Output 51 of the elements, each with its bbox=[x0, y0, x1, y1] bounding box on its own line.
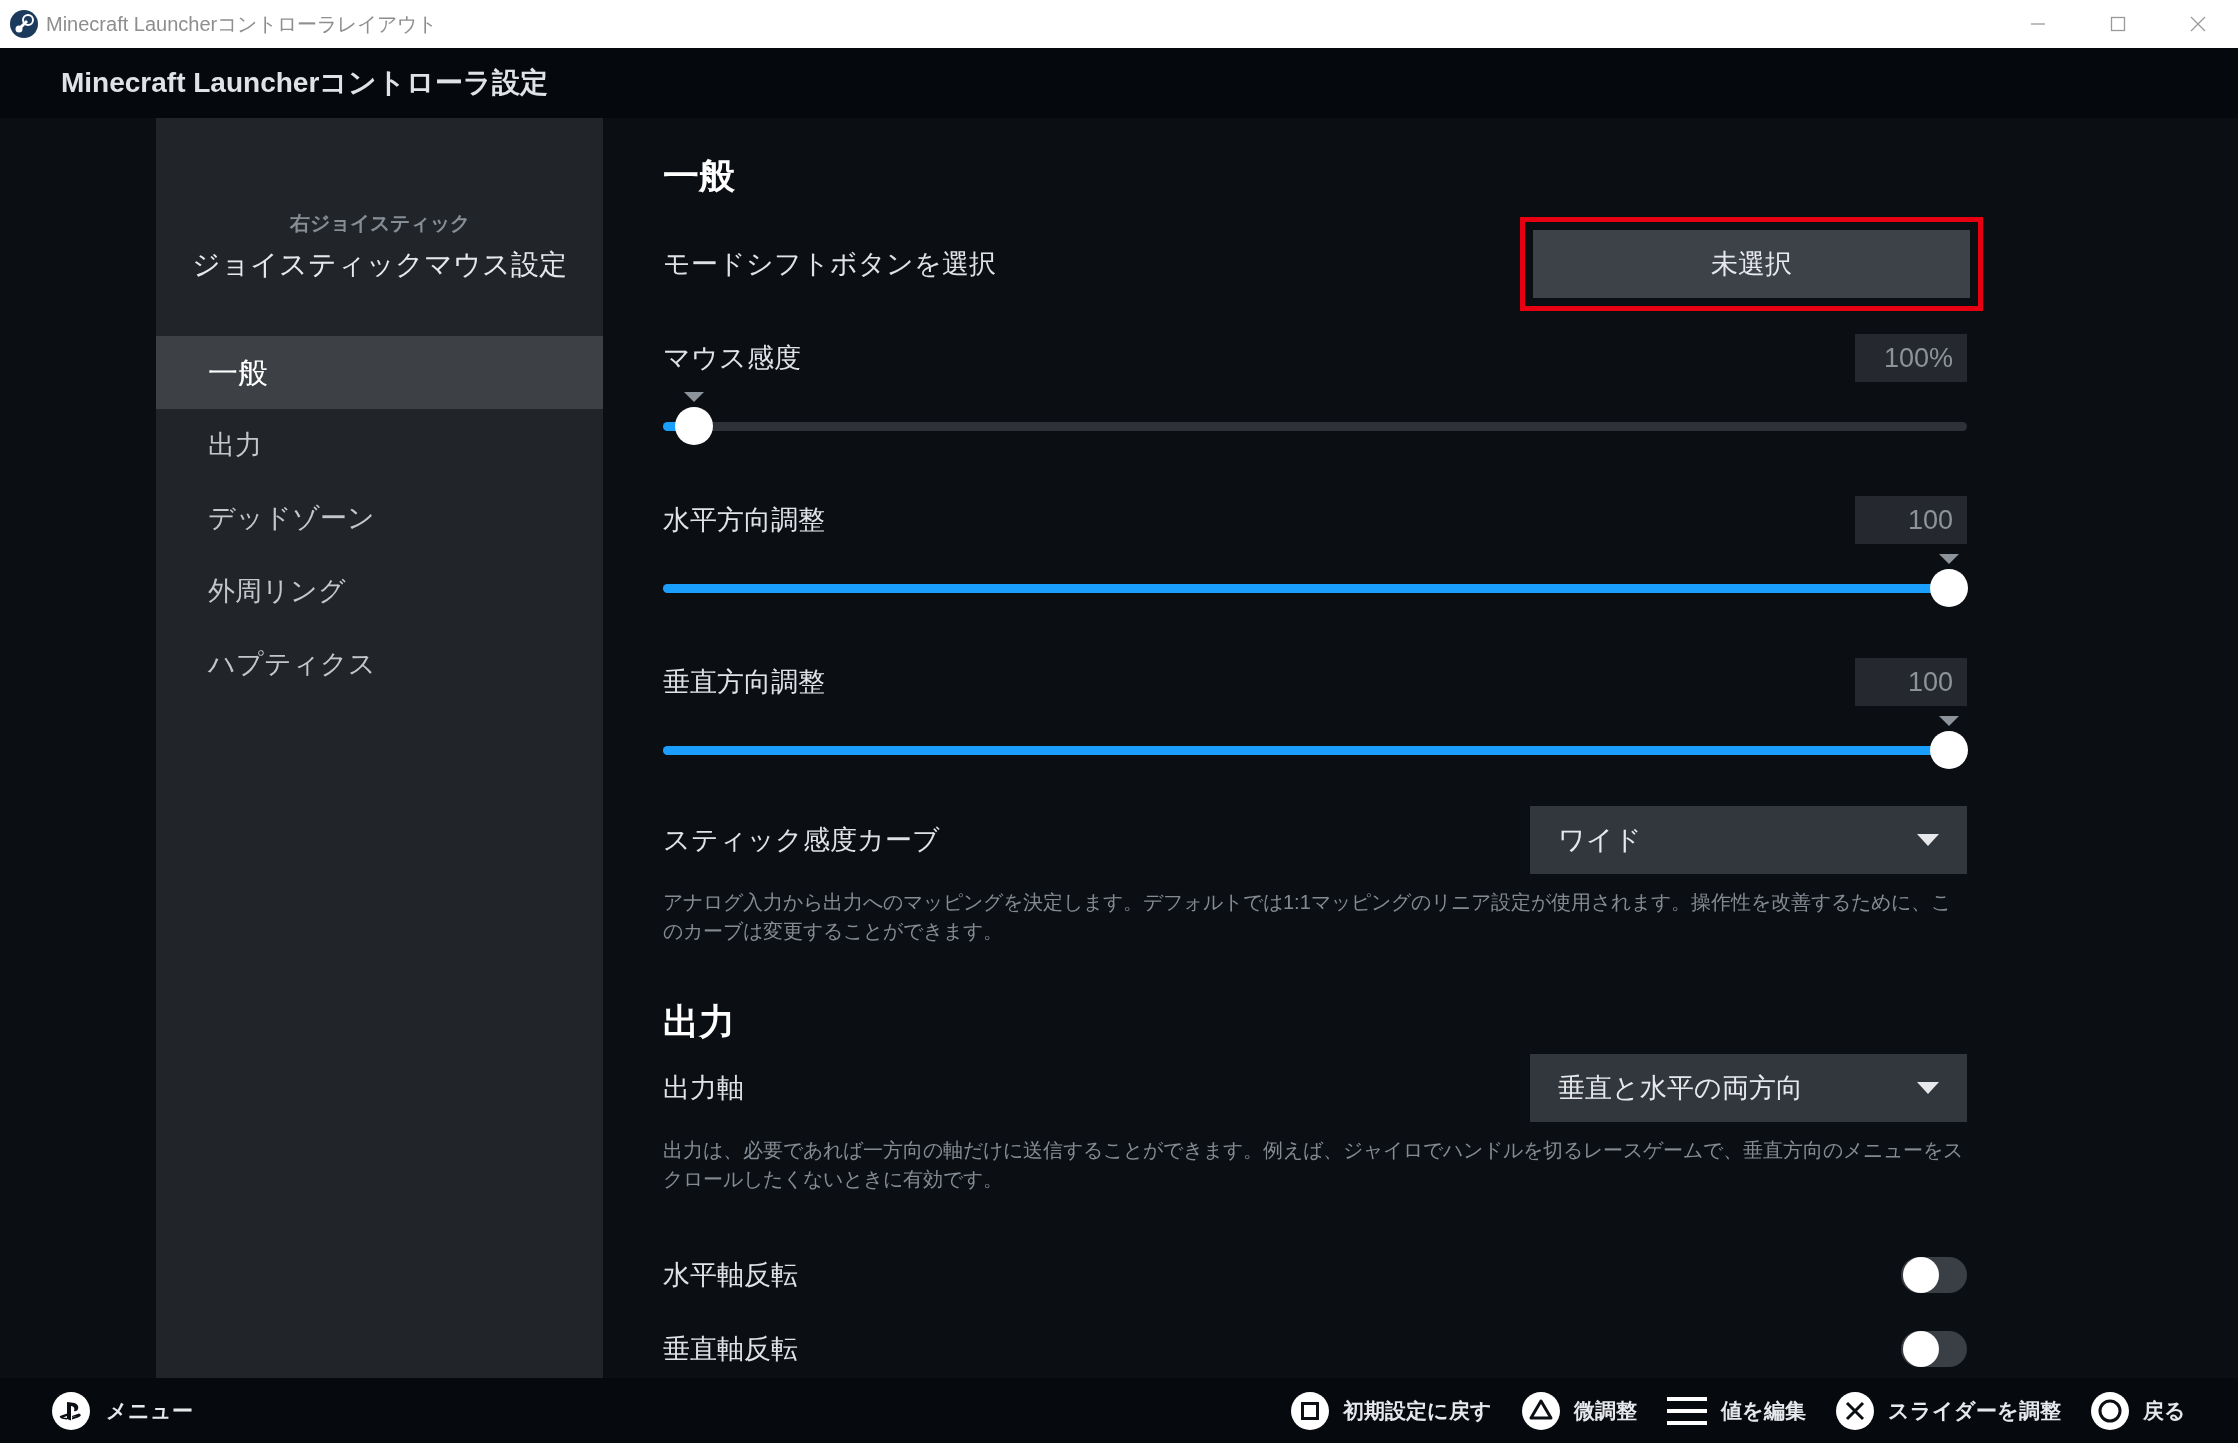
sidebar-item[interactable]: 一般 bbox=[156, 336, 603, 409]
setting-label: 出力軸 bbox=[663, 1071, 744, 1105]
maximize-icon[interactable] bbox=[2110, 16, 2126, 32]
page-title: Minecraft Launcherコントローラ設定 bbox=[61, 66, 549, 100]
value-field[interactable]: 100 bbox=[1855, 658, 1967, 706]
value-field[interactable]: 100 bbox=[1855, 496, 1967, 544]
setting-label: マウス感度 bbox=[663, 341, 801, 375]
window-title: Minecraft Launcherコントローラレイアウト bbox=[46, 12, 438, 37]
square-button-icon bbox=[1291, 1391, 1329, 1430]
setting-label: 水平方向調整 bbox=[663, 503, 825, 537]
hint-label: スライダーを調整 bbox=[1888, 1397, 2061, 1424]
app-logo-icon bbox=[10, 10, 38, 38]
section-heading: 一般 bbox=[663, 154, 736, 198]
slider[interactable] bbox=[663, 406, 1967, 446]
dropdown[interactable]: 垂直と水平の両方向 bbox=[1530, 1054, 1967, 1122]
hint-label: 初期設定に戻す bbox=[1343, 1397, 1492, 1424]
slider[interactable] bbox=[663, 730, 1967, 770]
setting-label: 水平軸反転 bbox=[663, 1258, 798, 1292]
default-marker-icon bbox=[683, 392, 704, 402]
value-field[interactable]: 100% bbox=[1855, 334, 1967, 382]
toggle-switch[interactable] bbox=[1901, 1257, 1967, 1293]
default-marker-icon bbox=[1939, 716, 1959, 726]
gamepad-logo-icon bbox=[52, 1391, 90, 1430]
setting-description: アナログ入力から出力へのマッピングを決定します。デフォルトでは1:1マッピングのリニア設定が使用されます。操作性を改善するために、このカーブは変更することができます。 bbox=[663, 890, 1952, 944]
setting-label: モードシフトボタンを選択 bbox=[663, 247, 996, 281]
slider[interactable] bbox=[663, 568, 1967, 608]
sidebar-item[interactable]: 出力 bbox=[156, 409, 603, 482]
sidebar-item[interactable]: ハプティクス bbox=[156, 628, 603, 701]
toggle-switch[interactable] bbox=[1901, 1331, 1967, 1367]
hint-label: 値を編集 bbox=[1721, 1397, 1806, 1424]
sidebar-item[interactable]: デッドゾーン bbox=[156, 482, 603, 555]
select-button[interactable]: 未選択 bbox=[1533, 230, 1970, 298]
setting-label: スティック感度カーブ bbox=[663, 823, 940, 857]
sidebar-item[interactable]: 外周リング bbox=[156, 555, 603, 628]
triangle-button-icon bbox=[1522, 1391, 1560, 1430]
hint-label: 戻る bbox=[2143, 1397, 2186, 1424]
setting-label: 垂直軸反転 bbox=[663, 1332, 798, 1366]
circle-button-icon bbox=[2091, 1391, 2129, 1430]
sidebar-title: ジョイスティックマウス設定 bbox=[192, 248, 567, 282]
close-icon[interactable] bbox=[2190, 16, 2206, 32]
hint-label: 微調整 bbox=[1574, 1397, 1637, 1424]
cross-button-icon bbox=[1836, 1391, 1874, 1430]
setting-label: 垂直方向調整 bbox=[663, 665, 825, 699]
caret-icon bbox=[1917, 1082, 1939, 1094]
default-marker-icon bbox=[1939, 554, 1959, 564]
setting-description: 出力は、必要であれば一方向の軸だけに送信することができます。例えば、ジャイロでハンドルを切るレースゲームで、垂直方向のメニューをスクロールしたくないときに有効です。 bbox=[663, 1138, 1964, 1192]
dropdown[interactable]: ワイド bbox=[1530, 806, 1967, 874]
hint-label: メニュー bbox=[106, 1397, 193, 1424]
section-heading: 出力 bbox=[663, 1000, 736, 1044]
caret-icon bbox=[1917, 834, 1939, 846]
sidebar-subtitle: 右ジョイスティック bbox=[289, 211, 470, 236]
